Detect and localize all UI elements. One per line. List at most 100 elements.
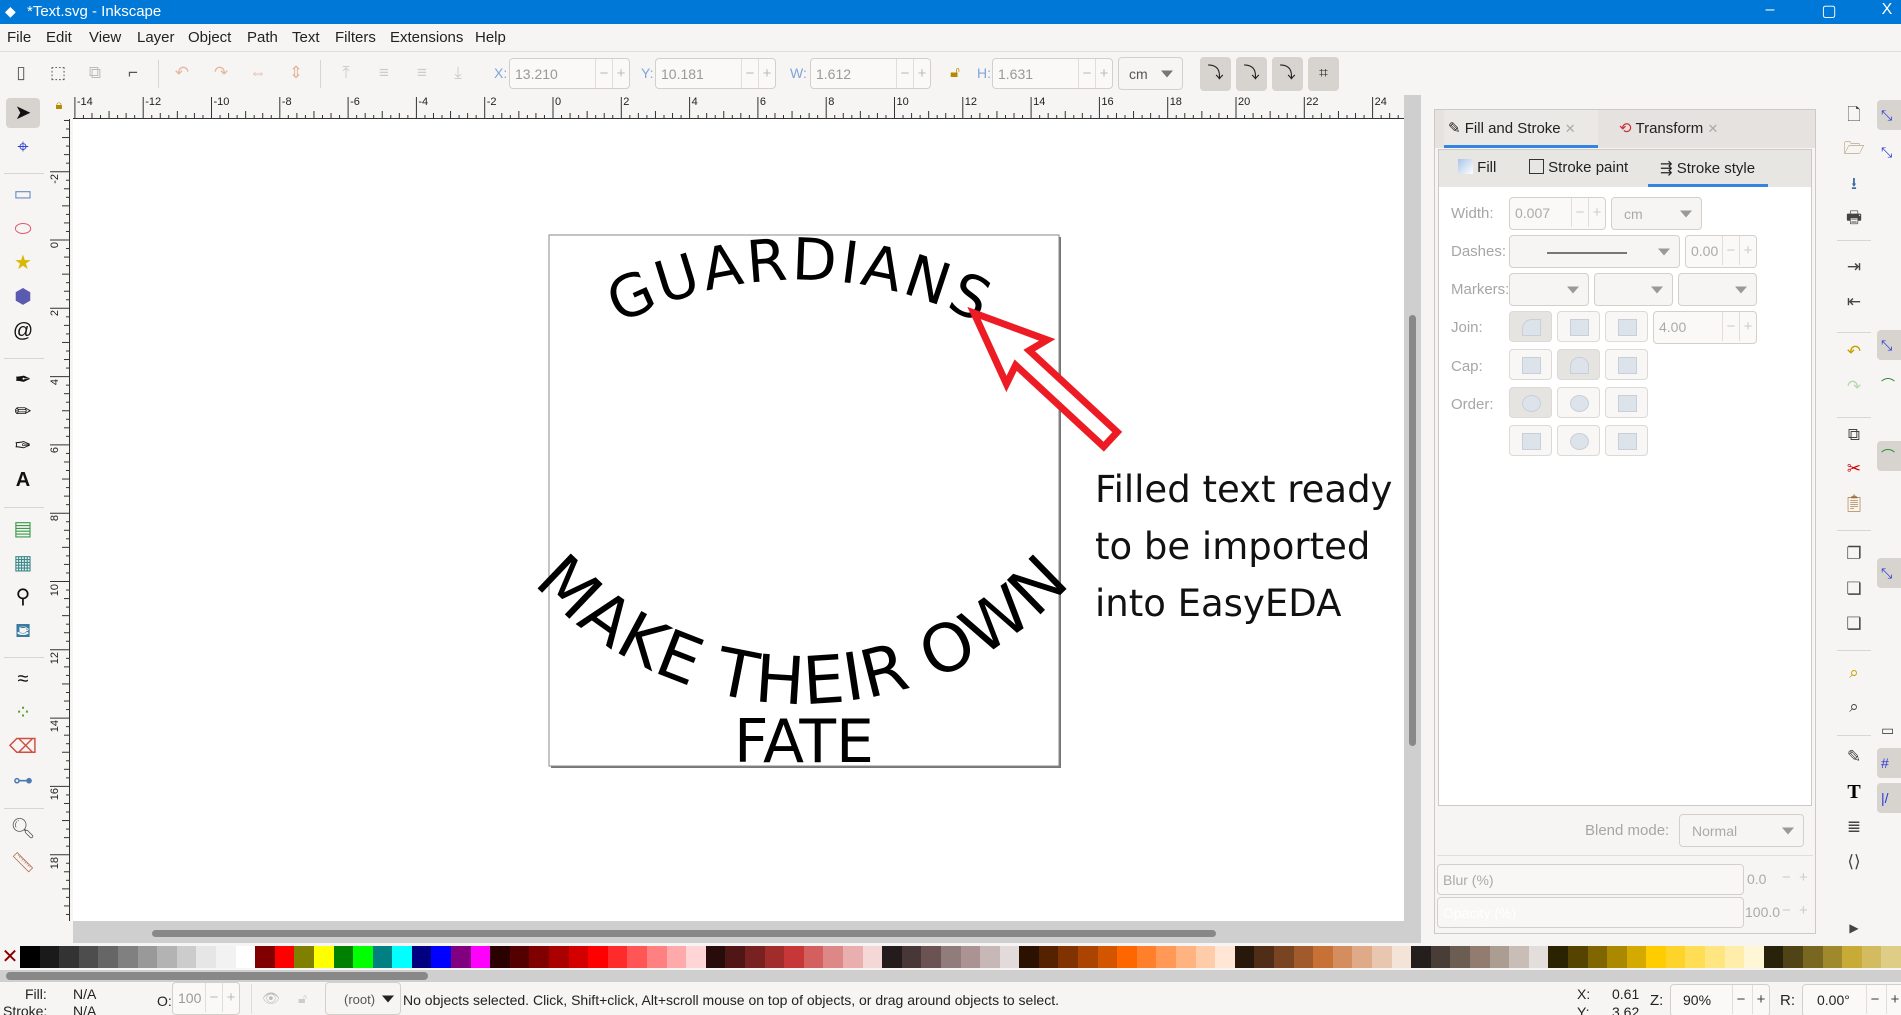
color-swatch[interactable] [1156,946,1177,968]
color-swatch[interactable] [549,946,569,968]
color-swatch[interactable] [1783,946,1804,968]
zoom-field[interactable]: 90% − + [1670,984,1770,1015]
cut-icon[interactable]: ✂ [1841,456,1867,482]
color-swatch[interactable] [1509,946,1529,968]
w-increment[interactable]: + [913,59,930,88]
color-swatch[interactable] [862,946,883,968]
palette-scroll-thumb[interactable] [6,972,428,980]
tool-3d-box[interactable]: ⬢ [6,282,40,312]
dash-offset-increment[interactable]: + [1739,236,1756,265]
color-swatch[interactable] [921,946,941,968]
tool-gradient[interactable]: ▤ [6,514,40,544]
flip-horizontal-icon[interactable]: ⇔ [247,62,269,84]
minimize-button[interactable]: – [1755,1,1785,19]
color-swatch[interactable] [764,946,785,968]
color-swatch[interactable] [509,946,530,968]
more-commands-icon[interactable]: ▶ [1841,915,1867,941]
print-icon[interactable]: 🖶︎ [1841,205,1867,231]
color-swatch[interactable] [1763,946,1784,968]
scale-corners-toggle[interactable]: ⤵ [1236,57,1267,91]
color-swatch[interactable] [1176,946,1196,968]
miter-decrement[interactable]: − [1722,312,1739,341]
unlink-clone-icon[interactable]: ❑ [1841,611,1867,637]
blend-mode-dropdown[interactable]: Normal [1679,814,1804,847]
color-swatch[interactable] [196,946,216,968]
vertical-scrollbar[interactable] [1404,95,1421,921]
opacity-decrement[interactable]: − [1782,902,1791,919]
layers-icon[interactable]: ≣ [1841,814,1867,840]
tool-spray[interactable]: ⁘ [6,698,40,728]
horizontal-ruler[interactable]: -14 -12 -10 -8 -6 -4 -2 0 2 4 6 8 10 12 14 16 18 20 22 24 [73,95,1404,119]
color-swatch[interactable] [1450,946,1470,968]
tool-star[interactable]: ★ [6,248,40,278]
undo-icon[interactable]: ↶ [1841,339,1867,365]
vertical-ruler[interactable]: -202468101214161820 [48,119,70,921]
h-decrement[interactable]: − [1078,59,1095,88]
menu-edit[interactable]: Edit [46,29,72,46]
opacity-slider[interactable]: Opacity (%) [1437,897,1744,928]
color-swatch[interactable] [1097,946,1118,968]
fill-stroke-icon[interactable]: ✎ [1841,744,1867,770]
cap-round-button[interactable] [1557,349,1600,380]
color-swatch[interactable] [137,946,158,968]
stroke-indicator[interactable]: N/A [73,1003,96,1015]
opacity-decrement[interactable]: − [205,983,222,1012]
color-swatch[interactable] [647,946,667,968]
color-swatch[interactable] [78,946,99,968]
tool-text[interactable]: A [6,465,40,495]
h-field[interactable]: 1.631 − + [992,58,1113,89]
color-swatch[interactable] [666,946,687,968]
color-swatch[interactable] [940,946,961,968]
tool-dropper[interactable]: ⚲ [6,582,40,612]
color-swatch[interactable] [1117,946,1137,968]
rotate-increment[interactable]: + [1886,985,1901,1014]
cap-butt-button[interactable] [1509,349,1552,380]
color-swatch[interactable] [255,946,275,968]
rotate-cw-icon[interactable]: ↷ [210,62,232,84]
menu-help[interactable]: Help [475,29,506,46]
horizontal-scrollbar[interactable] [73,921,1421,943]
select-all-icon[interactable]: ▯ [10,62,32,84]
miter-increment[interactable]: + [1739,312,1756,341]
miter-limit-field[interactable]: 4.00 − + [1653,311,1757,344]
color-swatch[interactable] [1607,946,1627,968]
y-increment[interactable]: + [758,59,775,88]
color-swatch[interactable] [529,946,550,968]
dash-pattern-dropdown[interactable] [1509,235,1680,268]
tool-spiral[interactable]: @ [6,316,40,346]
redo-icon[interactable]: ↷ [1841,374,1867,400]
fill-indicator[interactable]: N/A [73,986,96,1002]
fate-text[interactable]: FATE [734,707,874,777]
mid-marker-dropdown[interactable] [1594,273,1673,306]
tool-ellipse[interactable]: ⬭ [6,214,40,244]
subtab-fill[interactable]: Fill [1458,159,1496,176]
tool-mesh[interactable]: ▦ [6,548,40,578]
color-swatch[interactable] [568,946,589,968]
color-swatch[interactable] [1019,946,1039,968]
horizontal-scroll-thumb[interactable] [152,930,1216,937]
menu-object[interactable]: Object [188,29,231,46]
zoom-drawing-icon[interactable]: ⌕ [1841,694,1867,720]
color-swatch[interactable] [294,946,314,968]
palette-scrollbar[interactable] [0,970,1901,982]
color-swatch[interactable] [157,946,177,968]
w-decrement[interactable]: − [896,59,913,88]
rotate-ccw-icon[interactable]: ↶ [171,62,193,84]
menu-path[interactable]: Path [247,29,278,46]
no-paint-swatch[interactable]: ✕ [0,946,20,968]
color-swatch[interactable] [1195,946,1216,968]
color-swatch[interactable] [1803,946,1823,968]
join-round-button[interactable] [1509,311,1552,342]
color-swatch[interactable] [1861,946,1882,968]
h-increment[interactable]: + [1095,59,1112,88]
color-swatch[interactable] [1430,946,1451,968]
snap-guide[interactable]: |/ [1877,783,1901,813]
color-swatch[interactable] [784,946,804,968]
color-swatch[interactable] [176,946,197,968]
tool-measure[interactable]: 📏︎ [6,848,40,878]
cap-square-button[interactable] [1605,349,1648,380]
snap-grid[interactable]: # [1877,748,1901,778]
y-field[interactable]: 10.181 − + [655,58,776,89]
select-all-layers-icon[interactable]: ⬚ [47,62,69,84]
y-decrement[interactable]: − [741,59,758,88]
